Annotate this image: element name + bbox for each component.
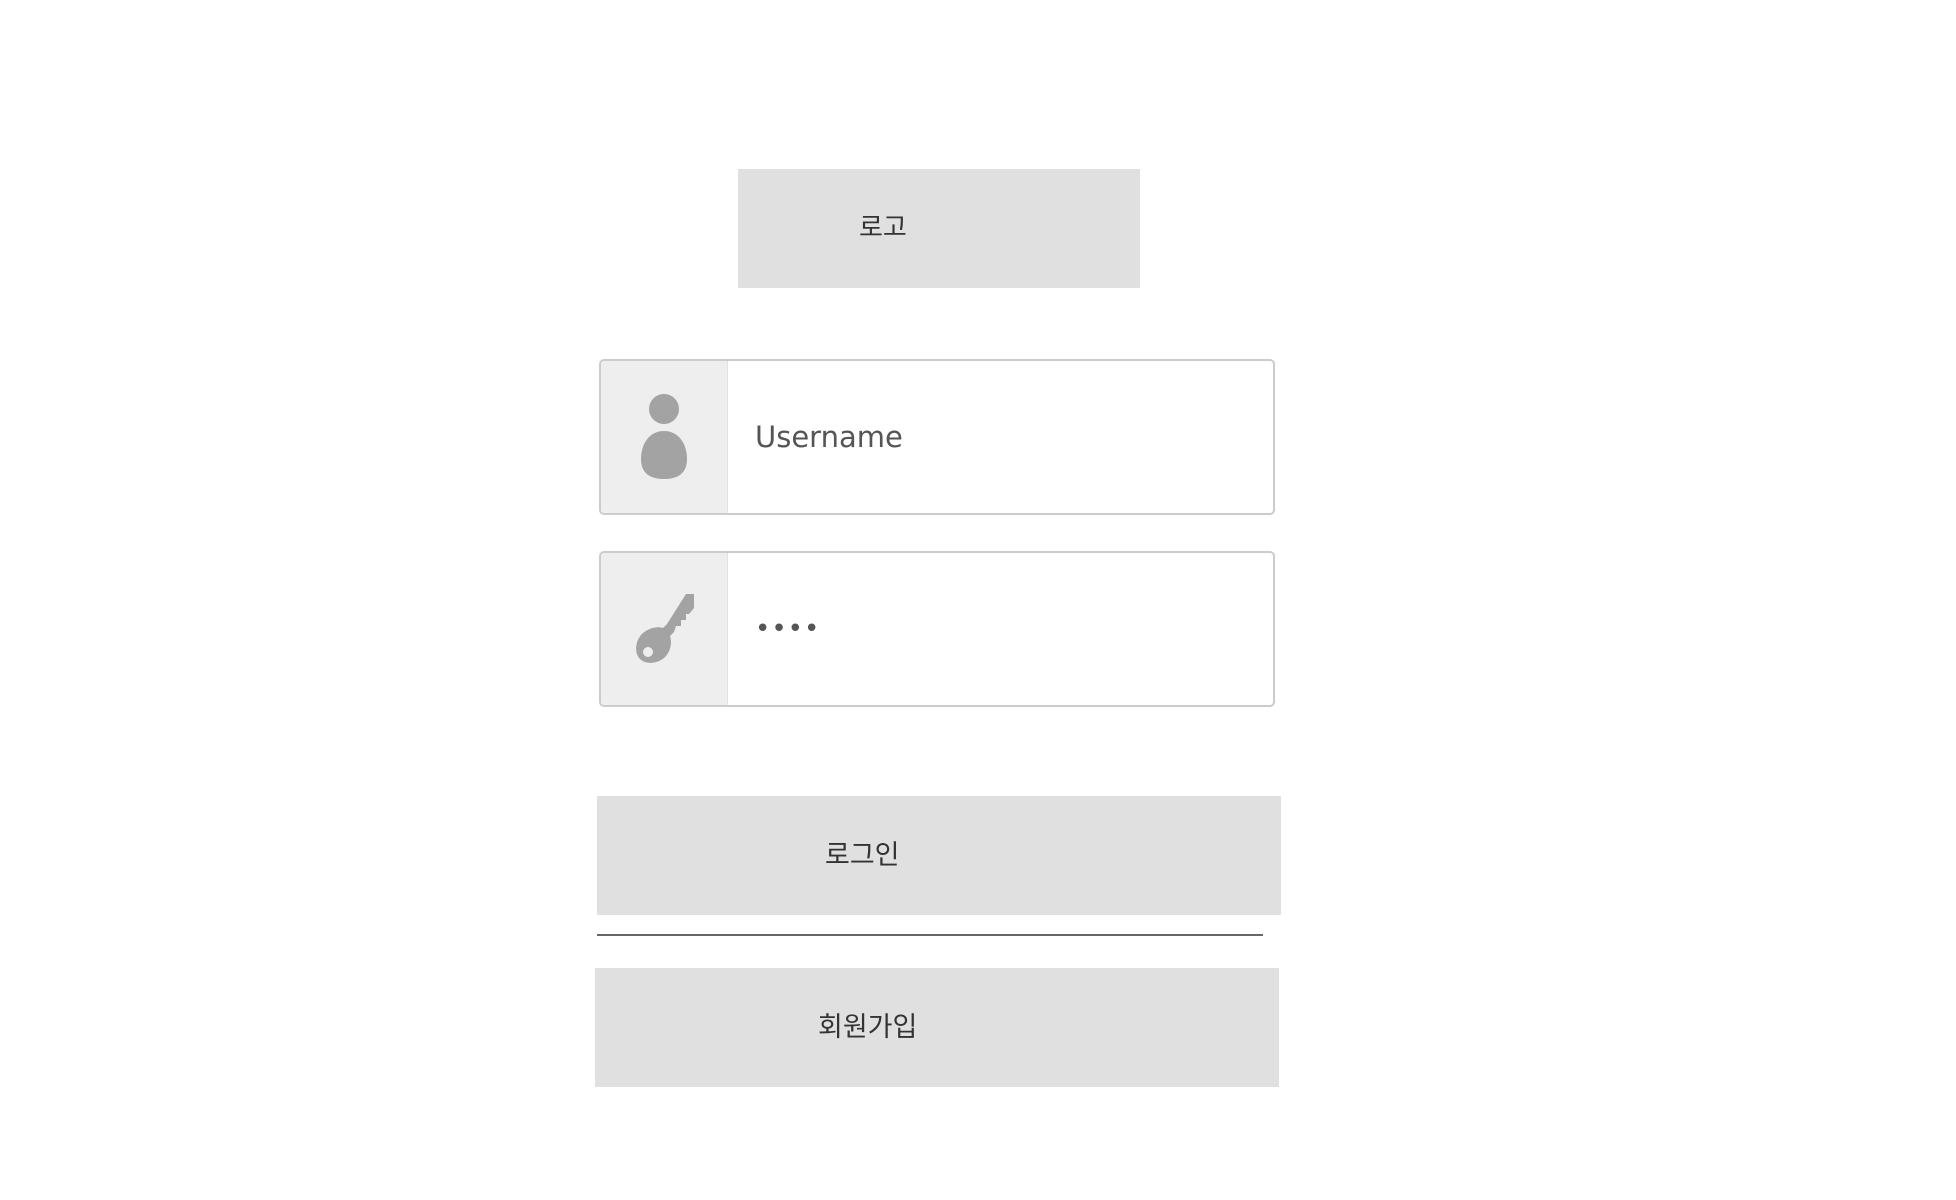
username-field[interactable] <box>599 359 1275 515</box>
login-button-label: 로그인 <box>825 840 900 871</box>
password-field[interactable] <box>599 551 1275 707</box>
logo-text: 로고 <box>859 213 907 243</box>
key-icon <box>636 594 694 663</box>
divider <box>597 934 1263 936</box>
signup-button[interactable]: 회원가입 <box>595 968 1279 1087</box>
password-input[interactable] <box>728 553 1273 705</box>
username-icon-cell <box>601 361 728 513</box>
signup-button-label: 회원가입 <box>818 1012 918 1043</box>
login-button[interactable]: 로그인 <box>597 796 1281 915</box>
user-icon <box>641 394 687 479</box>
logo-placeholder: 로고 <box>738 169 1140 288</box>
username-input[interactable] <box>728 361 1273 513</box>
password-icon-cell <box>601 553 728 705</box>
